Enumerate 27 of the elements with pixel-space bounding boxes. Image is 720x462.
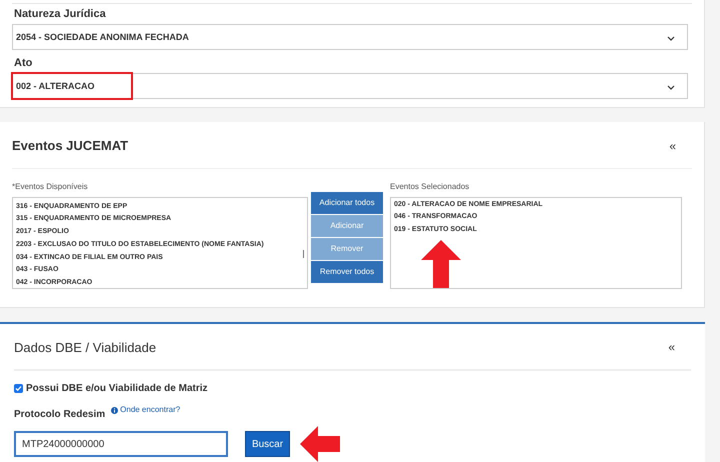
checkbox[interactable] — [14, 384, 23, 393]
transfer-button[interactable]: Adicionar todos — [311, 192, 383, 214]
collapse-toggle[interactable]: « — [669, 136, 676, 155]
protocol-input[interactable]: MTP24000000000 — [14, 431, 228, 457]
list-label: *Eventos Disponíveis — [12, 180, 89, 192]
arrow-left-icon — [300, 426, 340, 462]
select-value: 002 - ALTERACAO — [16, 80, 95, 93]
available-list[interactable] — [12, 196, 308, 288]
info-icon — [111, 406, 118, 414]
chevron-down-icon — [667, 85, 675, 90]
transfer-button[interactable]: Remover todos — [311, 260, 383, 282]
search-button[interactable]: Buscar — [245, 431, 290, 457]
select-value: 2054 - SOCIEDADE ANONIMA FECHADA — [16, 31, 189, 44]
field-label: Ato — [14, 56, 34, 70]
collapse-toggle[interactable]: « — [668, 338, 675, 356]
select-field[interactable]: 002 - ALTERACAO — [12, 73, 688, 99]
field-label: Protocolo Redesim — [14, 408, 106, 422]
section-title: Dados DBE / Viabilidade — [14, 338, 156, 356]
list-label: Eventos Selecionados — [390, 180, 470, 192]
field-label: Natureza Jurídica — [14, 7, 107, 21]
help-link[interactable]: Onde encontrar? — [120, 404, 180, 416]
checkbox-label: Possui DBE e/ou Viabilidade de Matriz — [26, 382, 208, 396]
section-title: Eventos JUCEMAT — [12, 137, 128, 155]
arrow-up-icon — [421, 240, 461, 288]
chevron-down-icon — [667, 36, 675, 41]
scrollbar-thumb — [303, 250, 304, 258]
select-field[interactable]: 2054 - SOCIEDADE ANONIMA FECHADA — [12, 24, 688, 50]
